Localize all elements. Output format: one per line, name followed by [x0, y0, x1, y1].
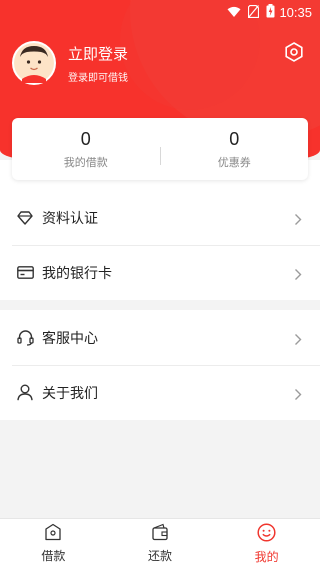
menu-item-verification[interactable]: 资料认证 — [0, 190, 320, 245]
battery-charging-icon — [266, 3, 275, 22]
tab-label: 我的 — [254, 549, 279, 564]
chevron-right-icon — [294, 266, 304, 280]
chevron-right-icon — [294, 331, 304, 345]
menu-item-label: 资料认证 — [42, 210, 98, 227]
login-link[interactable]: 立即登录 — [68, 43, 128, 64]
person-icon — [16, 384, 34, 402]
menu-section-support: 客服中心 关于我们 — [0, 310, 320, 420]
wifi-icon — [227, 3, 241, 22]
smile-icon — [257, 522, 276, 546]
no-sim-icon — [248, 3, 260, 22]
login-profile[interactable]: 立即登录 登录即可借钱 — [12, 40, 128, 86]
tab-mine[interactable]: 我的 — [213, 519, 320, 568]
menu-item-label: 关于我们 — [42, 385, 98, 402]
menu-item-label: 客服中心 — [42, 330, 98, 347]
menu-item-bank-card[interactable]: 我的银行卡 — [0, 245, 320, 300]
status-time: 10:35 — [279, 4, 312, 20]
menu-section-account: 资料认证 我的银行卡 — [0, 190, 320, 300]
stat-coupons-value: 0 — [229, 128, 240, 149]
tab-label: 借款 — [41, 549, 66, 563]
tab-repay[interactable]: 还款 — [107, 519, 214, 568]
chevron-right-icon — [294, 211, 304, 225]
menu-item-about-us[interactable]: 关于我们 — [0, 365, 320, 420]
menu-item-label: 我的银行卡 — [42, 265, 112, 282]
wallet-icon — [151, 523, 169, 545]
card-icon — [16, 264, 34, 282]
login-subtitle: 登录即可借钱 — [68, 72, 128, 84]
stat-loans[interactable]: 0 我的借款 — [12, 129, 160, 170]
stat-loans-label: 我的借款 — [63, 155, 108, 169]
tab-borrow[interactable]: 借款 — [0, 519, 107, 568]
chevron-right-icon — [294, 386, 304, 400]
home-box-icon — [44, 523, 62, 545]
stats-card: 0 我的借款 0 优惠券 — [12, 118, 308, 180]
avatar[interactable] — [12, 41, 56, 85]
status-bar: 10:35 — [0, 0, 320, 24]
tab-label: 还款 — [148, 549, 173, 563]
stat-coupons-label: 优惠券 — [217, 155, 251, 169]
settings-icon[interactable] — [284, 42, 304, 62]
stat-loans-value: 0 — [80, 128, 91, 149]
bottom-navigation: 借款 还款 我的 — [0, 518, 320, 568]
diamond-icon — [16, 209, 34, 227]
stat-coupons[interactable]: 0 优惠券 — [161, 129, 309, 170]
menu-item-customer-service[interactable]: 客服中心 — [0, 310, 320, 365]
headset-icon — [16, 329, 34, 347]
